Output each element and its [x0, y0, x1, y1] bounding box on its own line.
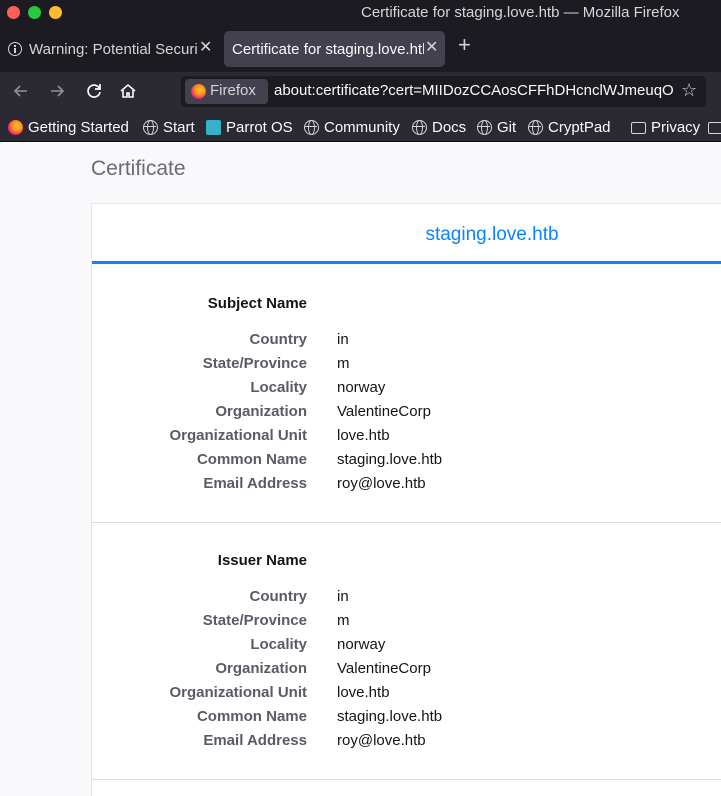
- field-label: State/Province: [202, 355, 307, 372]
- navigation-toolbar: Firefox about:certificate?cert=MIIDozCCA…: [0, 72, 721, 111]
- tab-label: Warning: Potential Security Risk Ahead: [29, 40, 197, 58]
- field-label: Organization: [215, 660, 307, 677]
- field-value: in: [337, 588, 349, 605]
- field-label: Country: [249, 331, 308, 348]
- tab-strip: Warning: Potential Security Risk Ahead ✕…: [0, 26, 721, 72]
- section-title: Issuer Name: [217, 552, 307, 569]
- field-value: norway: [337, 636, 386, 653]
- section-title: Subject Name: [207, 295, 307, 312]
- url-text[interactable]: about:certificate?cert=MIIDozCCAosCFFhDH…: [274, 82, 674, 99]
- bookmark-label: Start: [163, 118, 195, 136]
- bookmark-label: Parrot OS: [226, 118, 293, 136]
- field-value: love.htb: [337, 427, 390, 444]
- reload-icon[interactable]: [83, 80, 105, 102]
- close-icon[interactable]: ✕: [199, 40, 212, 56]
- field-label: Email Address: [203, 732, 307, 749]
- tab-label: Certificate for staging.love.htb: [232, 40, 424, 58]
- bookmark-cryptpad[interactable]: CryptPad: [528, 116, 611, 138]
- bookmark-label: Git: [497, 118, 517, 136]
- folder-icon: [631, 122, 646, 134]
- parrot-icon: [206, 119, 221, 135]
- field-label: Country: [249, 588, 308, 605]
- field-value: norway: [337, 379, 386, 396]
- field-label: Common Name: [196, 708, 307, 725]
- bookmark-parrot-os[interactable]: Parrot OS: [206, 116, 293, 138]
- globe-icon: [477, 119, 492, 135]
- field-label: Email Address: [203, 475, 307, 492]
- field-value: ValentineCorp: [337, 403, 431, 420]
- minimize-window-button[interactable]: [49, 6, 62, 19]
- identity-label: Firefox: [210, 82, 256, 99]
- bookmark-community[interactable]: Community: [304, 116, 400, 138]
- firefox-icon: [191, 84, 206, 99]
- field-value: roy@love.htb: [337, 732, 426, 749]
- back-arrow-icon[interactable]: [10, 80, 32, 102]
- info-icon: [8, 42, 22, 56]
- home-icon[interactable]: [117, 80, 139, 102]
- globe-icon: [412, 119, 427, 135]
- section-divider: [92, 522, 721, 523]
- bookmark-label: Docs: [432, 118, 467, 136]
- field-label: Common Name: [196, 451, 307, 468]
- field-label: Organizational Unit: [169, 427, 307, 444]
- bookmark-git[interactable]: Git: [477, 116, 516, 138]
- new-tab-button[interactable]: +: [458, 34, 471, 56]
- identity-box[interactable]: Firefox: [185, 79, 268, 104]
- certificate-tab-title[interactable]: staging.love.htb: [92, 224, 721, 246]
- close-icon[interactable]: ✕: [425, 40, 438, 56]
- bookmark-docs[interactable]: Docs: [412, 116, 466, 138]
- firefox-icon: [8, 119, 23, 135]
- forward-arrow-icon[interactable]: [46, 80, 68, 102]
- bookmark-start[interactable]: Start: [143, 116, 195, 138]
- field-label: Locality: [250, 379, 307, 396]
- maximize-window-button[interactable]: [28, 6, 41, 19]
- certificate-card: staging.love.htb Subject Name Country in…: [91, 203, 721, 796]
- bookmark-folder-privacy[interactable]: Privacy: [631, 116, 700, 138]
- bookmark-star-icon[interactable]: ☆: [681, 80, 697, 101]
- bookmark-folder-overflow[interactable]: [708, 116, 721, 138]
- bookmarks-toolbar: Getting Started Start Parrot OS Communit…: [0, 111, 721, 142]
- globe-icon: [143, 119, 158, 135]
- field-label: Organizational Unit: [169, 684, 307, 701]
- globe-icon: [528, 119, 543, 135]
- bookmark-label: Privacy: [651, 118, 701, 136]
- field-value: staging.love.htb: [337, 451, 443, 468]
- field-label: Locality: [250, 636, 307, 653]
- folder-icon: [708, 122, 721, 134]
- field-value: m: [337, 612, 350, 629]
- bookmark-label: Getting Started: [28, 118, 129, 136]
- field-label: State/Province: [202, 612, 307, 629]
- field-value: m: [337, 355, 350, 372]
- tab-security-warning[interactable]: Warning: Potential Security Risk Ahead ✕: [0, 31, 218, 67]
- field-value: ValentineCorp: [337, 660, 431, 677]
- field-label: Organization: [215, 403, 307, 420]
- title-bar: Certificate for staging.love.htb — Mozil…: [0, 0, 721, 26]
- bookmark-label: Community: [324, 118, 400, 136]
- page-title: Certificate: [91, 157, 186, 180]
- field-value: staging.love.htb: [337, 708, 443, 725]
- field-value: roy@love.htb: [337, 475, 426, 492]
- window-title: Certificate for staging.love.htb — Mozil…: [361, 4, 680, 21]
- close-window-button[interactable]: [7, 6, 20, 19]
- bookmark-label: CryptPad: [548, 118, 611, 136]
- bookmark-getting-started[interactable]: Getting Started: [8, 116, 129, 138]
- field-value: love.htb: [337, 684, 390, 701]
- url-bar[interactable]: Firefox about:certificate?cert=MIIDozCCA…: [181, 76, 706, 107]
- globe-icon: [304, 119, 319, 135]
- section-divider: [92, 779, 721, 780]
- field-value: in: [337, 331, 349, 348]
- tab-certificate[interactable]: Certificate for staging.love.htb ✕: [224, 31, 445, 67]
- certificate-tab-header[interactable]: staging.love.htb: [92, 204, 721, 264]
- page-content: Certificate staging.love.htb Subject Nam…: [0, 143, 721, 796]
